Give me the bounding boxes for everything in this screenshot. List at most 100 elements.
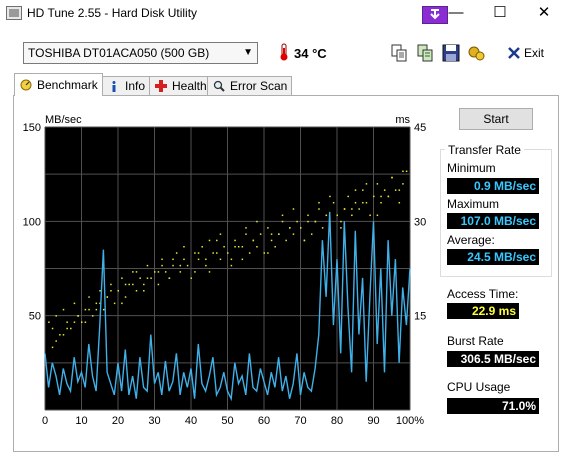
access-time-point <box>383 189 386 191</box>
access-time-point <box>318 201 320 204</box>
average-label: Average: <box>447 233 495 247</box>
access-time-point <box>135 290 138 292</box>
access-time-point <box>194 271 196 273</box>
access-time-point <box>347 195 349 198</box>
access-time-point <box>245 233 247 235</box>
access-time-point <box>292 233 295 235</box>
y2-tick-label: 30 <box>414 216 426 228</box>
access-time-point <box>139 277 141 279</box>
access-time-point <box>102 308 105 311</box>
access-time-point <box>267 227 269 229</box>
maximum-value: 107.0 MB/sec <box>447 213 539 229</box>
access-time-point <box>300 227 302 229</box>
start-button[interactable]: Start <box>459 108 533 130</box>
access-time-point <box>256 220 258 223</box>
access-time-point <box>216 252 218 254</box>
access-time-point <box>172 258 174 261</box>
access-time-point <box>321 227 324 229</box>
access-time-point <box>55 315 57 317</box>
access-time-point <box>55 340 57 342</box>
access-time-point <box>358 208 360 210</box>
access-time-point <box>110 290 112 292</box>
x-tick-label: 100% <box>396 415 424 427</box>
access-time-point <box>197 258 200 261</box>
cpu-usage-label: CPU Usage <box>447 380 511 394</box>
access-time-point <box>267 252 269 254</box>
access-time-point <box>296 220 298 223</box>
x-tick-label: 90 <box>367 415 379 427</box>
left-axis-unit: MB/sec <box>45 114 82 126</box>
access-time-point <box>106 296 109 298</box>
access-time-point <box>132 283 134 286</box>
access-time-point <box>172 264 174 267</box>
access-time-point <box>205 264 207 267</box>
access-time-point <box>205 258 207 261</box>
access-time-point <box>77 315 79 317</box>
access-time-point <box>62 308 65 311</box>
access-time-point <box>398 201 401 204</box>
access-time-point <box>234 245 236 248</box>
access-time-point <box>146 264 149 267</box>
x-tick-label: 50 <box>221 415 233 427</box>
access-time-point <box>289 227 291 229</box>
access-time-point <box>73 302 76 305</box>
access-time-point <box>237 245 240 248</box>
x-tick-label: 40 <box>185 415 197 427</box>
access-time-point <box>398 189 401 191</box>
access-time-point <box>201 245 203 248</box>
access-time-point <box>59 334 61 336</box>
access-time-point <box>190 277 192 279</box>
access-time-point <box>143 290 145 292</box>
access-time-point <box>373 195 375 198</box>
access-time-point <box>84 308 87 311</box>
x-tick-label: 20 <box>112 415 124 427</box>
access-time-point <box>157 283 160 286</box>
y2-tick-label: 15 <box>414 311 426 323</box>
y-tick-label: 150 <box>23 122 41 134</box>
access-time-point <box>351 214 353 217</box>
y2-tick-label: 45 <box>414 122 426 134</box>
access-time-point <box>230 264 233 267</box>
x-tick-label: 0 <box>42 415 48 427</box>
access-time-point <box>362 201 364 204</box>
right-axis-unit: ms <box>395 114 410 126</box>
tab-benchmark[interactable]: Benchmark <box>14 73 103 96</box>
access-time-point <box>325 214 328 217</box>
access-time-point <box>394 189 397 191</box>
access-time-point <box>365 183 368 185</box>
access-time-point <box>117 290 119 292</box>
access-time-point <box>248 252 251 254</box>
y-tick-label: 100 <box>23 216 41 228</box>
maximum-label: Maximum <box>447 197 500 211</box>
access-time-point <box>376 183 379 185</box>
access-time-point <box>161 258 163 261</box>
access-time-point <box>340 227 342 229</box>
access-time-point <box>124 283 127 286</box>
access-time-point <box>329 195 331 198</box>
access-time-point <box>402 183 404 185</box>
x-tick-label: 80 <box>331 415 343 427</box>
access-time-point <box>70 327 72 330</box>
access-time-label: Access Time: <box>447 287 519 301</box>
access-time-point <box>380 201 382 204</box>
access-time-point <box>351 208 353 210</box>
access-time-point <box>95 308 98 311</box>
cpu-usage-value: 71.0% <box>447 398 539 414</box>
access-time-point <box>146 277 149 279</box>
access-time-point <box>387 195 390 198</box>
access-time-point <box>270 239 273 242</box>
tab-label: Benchmark <box>37 78 98 92</box>
access-time-point <box>99 290 101 292</box>
access-time-point <box>376 214 379 217</box>
access-time-point <box>161 264 163 267</box>
access-time-point <box>362 189 364 191</box>
access-time-point <box>212 252 214 254</box>
access-time-point <box>354 189 357 191</box>
average-value: 24.5 MB/sec <box>447 249 539 265</box>
burst-rate-label: Burst Rate <box>447 334 504 348</box>
access-time-point <box>405 170 408 173</box>
access-time-point <box>227 252 229 254</box>
access-time-point <box>81 321 83 323</box>
burst-rate-value: 306.5 MB/sec <box>447 351 539 367</box>
access-time-point <box>256 245 258 248</box>
